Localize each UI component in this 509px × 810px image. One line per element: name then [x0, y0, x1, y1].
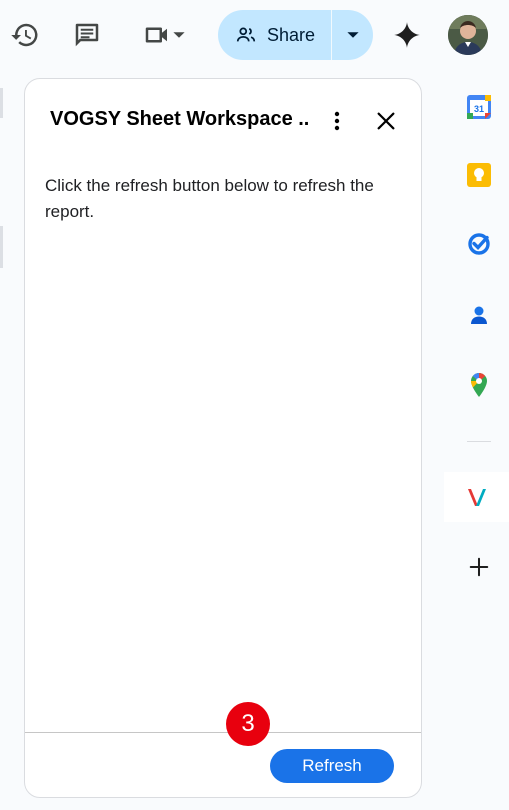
panel-title: VOGSY Sheet Workspace ... — [50, 108, 310, 130]
share-button[interactable]: Share — [218, 10, 332, 60]
share-button-group: Share — [218, 10, 373, 60]
account-avatar[interactable] — [448, 15, 488, 55]
tasks-icon — [468, 233, 490, 255]
video-camera-icon — [145, 27, 167, 43]
refresh-button[interactable]: Refresh — [270, 749, 394, 783]
tasks-app-button[interactable] — [462, 226, 496, 260]
comment-icon — [75, 23, 99, 47]
maps-app-button[interactable] — [462, 368, 496, 402]
caret-down-icon — [173, 32, 185, 38]
maps-icon — [471, 373, 487, 397]
add-icon — [469, 557, 489, 577]
sheet-edge-line — [0, 226, 3, 268]
history-icon — [11, 23, 38, 47]
addon-side-panel: VOGSY Sheet Workspace ... Click the refr… — [24, 78, 422, 798]
keep-app-button[interactable] — [462, 158, 496, 192]
share-label: Share — [266, 24, 316, 45]
share-options-button[interactable] — [332, 10, 373, 60]
calendar-icon: 31 — [467, 95, 491, 119]
calendar-day-label: 31 — [474, 104, 484, 114]
caret-down-icon — [346, 32, 359, 38]
meet-button[interactable] — [136, 18, 192, 52]
close-icon — [377, 112, 395, 130]
calendar-app-button[interactable]: 31 — [462, 90, 496, 124]
close-panel-button[interactable] — [370, 105, 402, 137]
contacts-icon — [471, 306, 487, 324]
keep-icon — [467, 163, 491, 187]
comments-button[interactable] — [70, 18, 104, 52]
gemini-sparkle-icon — [394, 22, 420, 48]
sheet-edge-line — [0, 88, 3, 118]
version-history-button[interactable] — [8, 18, 42, 52]
app-rail-divider — [467, 441, 491, 442]
more-vert-icon — [334, 111, 340, 131]
vogsy-app-button[interactable] — [444, 472, 509, 522]
panel-footer-divider — [25, 732, 421, 733]
top-toolbar: Share — [0, 0, 509, 70]
panel-instructions: Click the refresh button below to refres… — [45, 176, 374, 221]
people-icon — [236, 27, 256, 42]
more-options-button[interactable] — [323, 105, 351, 137]
contacts-app-button[interactable] — [462, 298, 496, 332]
step-number-badge: 3 — [226, 702, 270, 746]
vogsy-icon — [467, 489, 486, 506]
user-photo-icon — [448, 15, 488, 55]
gemini-button[interactable] — [390, 18, 424, 52]
add-app-button[interactable] — [462, 550, 496, 584]
